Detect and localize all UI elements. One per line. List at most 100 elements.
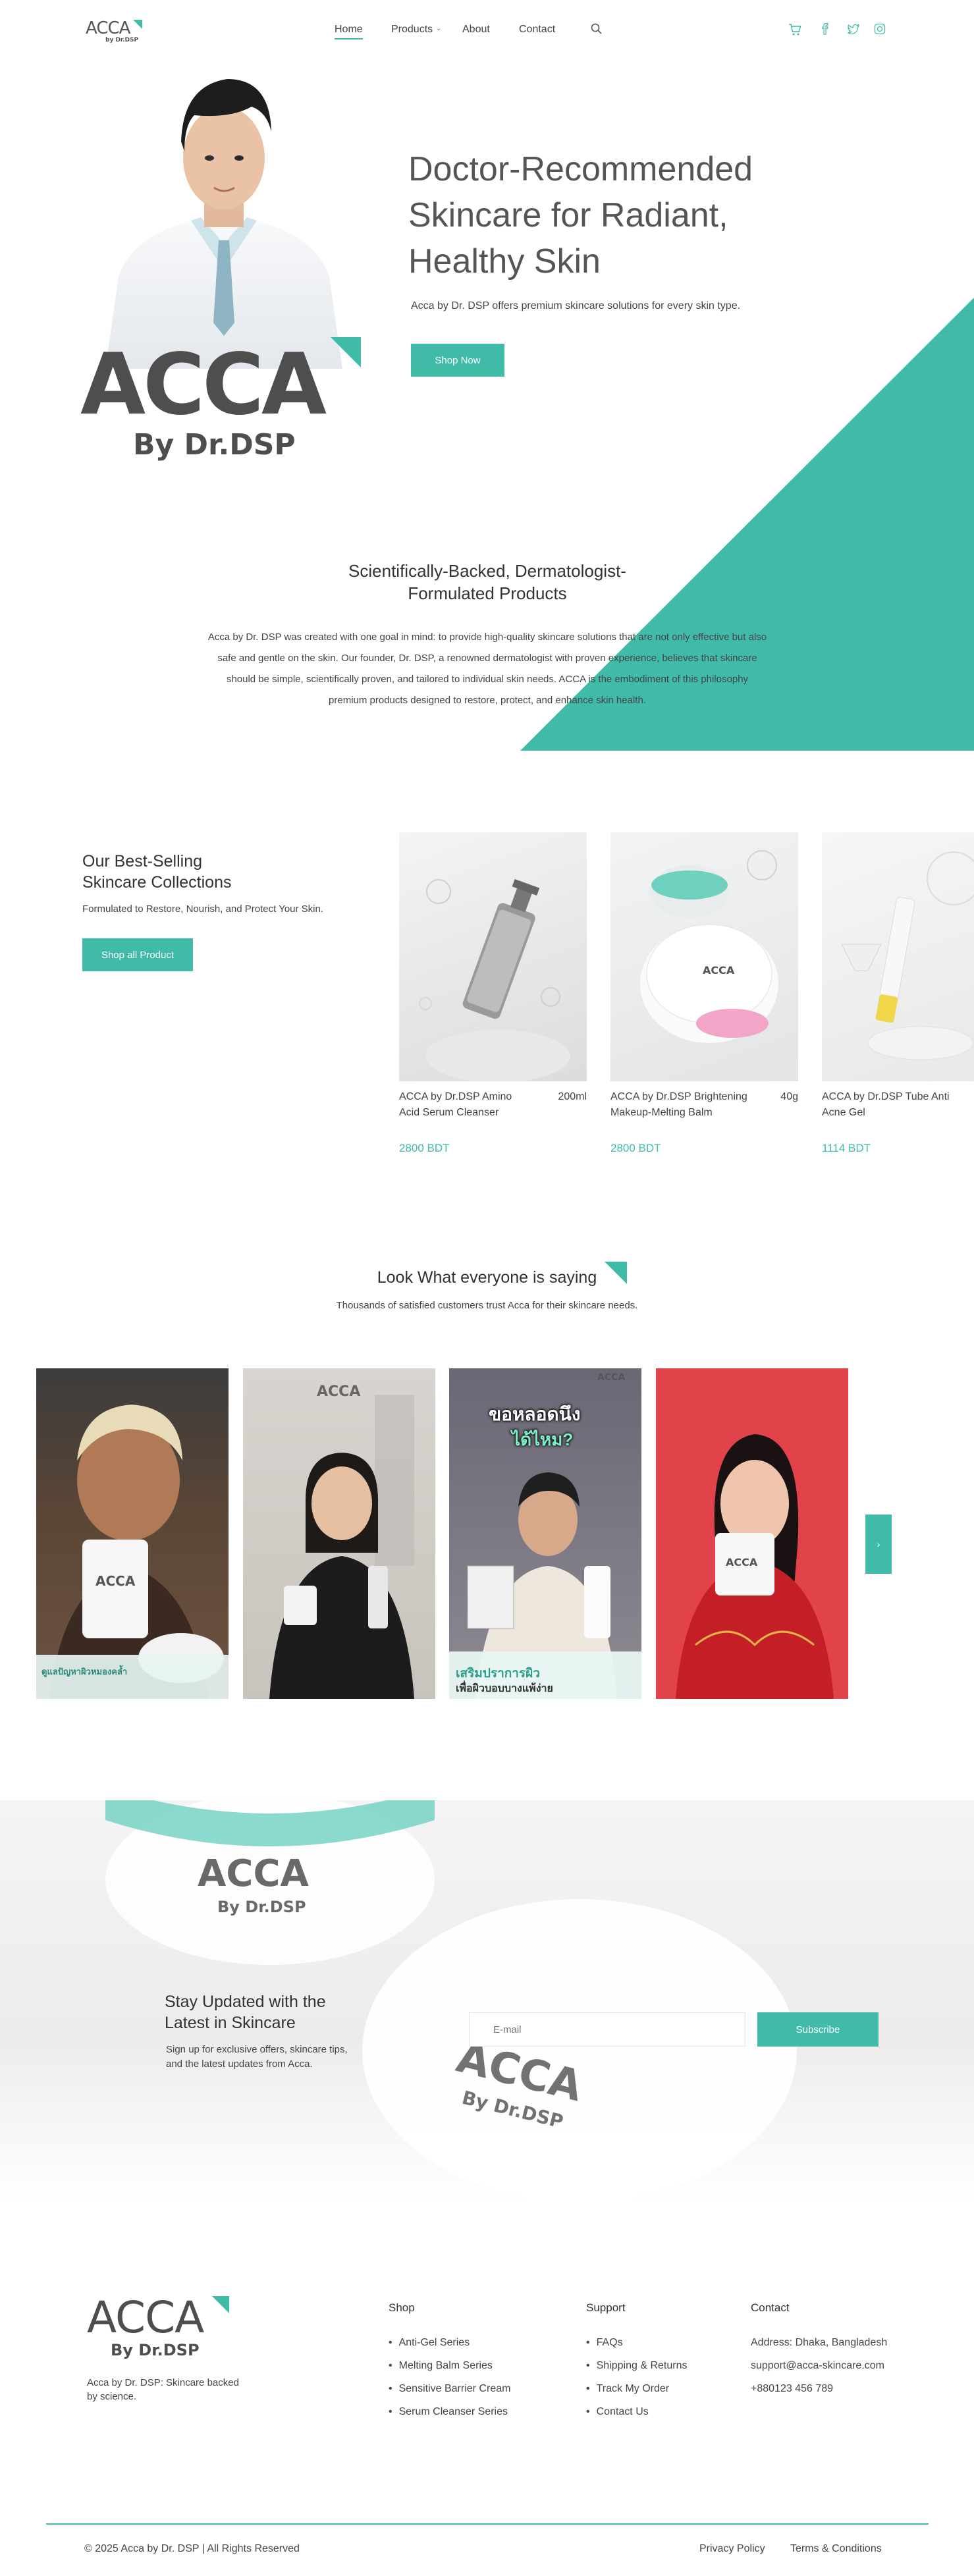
svg-text:By Dr.DSP: By Dr.DSP [217,1898,306,1916]
logo-subtext: by Dr.DSP [105,37,139,43]
about-paragraph-line: safe and gentle on the skin. Our founder… [217,653,757,664]
product-name-line: ACCA by Dr.DSP Tube Anti [822,1091,950,1102]
hero-title-line: Skincare for Radiant, [408,196,728,234]
testimonial-video-card[interactable]: ACCA [243,1368,435,1699]
terms-link[interactable]: Terms & Conditions [790,2543,882,2555]
newsletter-text-line: Sign up for exclusive offers, skincare t… [166,2044,348,2055]
footer-link[interactable]: Serum Cleanser Series [389,2400,510,2423]
testimonials-title-triangle [605,1262,627,1284]
footer-logo-triangle [212,2296,229,2313]
footer-support-list: FAQs Shipping & Returns Track My Order C… [586,2331,688,2423]
facebook-icon[interactable] [819,22,834,37]
search-icon[interactable] [590,22,605,37]
product-price: 2800 BDT [399,1142,450,1154]
bestsellers-title-line: Skincare Collections [82,873,232,892]
newsletter-text-line: and the latest updates from Acca. [166,2058,313,2070]
footer: ACCA By Dr.DSP Acca by Dr. DSP: Skincare… [0,2259,974,2576]
testimonial-thai-caption: เพื่อผิวบอบบางแพ้ง่าย [456,1683,553,1694]
doctor-portrait-image [79,59,369,369]
carousel-next-button[interactable]: › [865,1515,892,1574]
about-paragraph-line: premium products designed to restore, pr… [329,695,646,706]
about-title-line: Formulated Products [408,583,567,603]
about-title-line: Scientifically-Backed, Dermatologist- [348,561,626,581]
product-image [399,832,587,1081]
about-paragraph-line: Acca by Dr. DSP was created with one goa… [207,631,767,643]
product-name: ACCA by Dr.DSP Amino Acid Serum Cleanser [399,1089,544,1121]
product-card[interactable]: ACCA ACCA by Dr.DSP Brightening Makeup-M… [610,832,798,1154]
product-image [822,832,974,1081]
footer-contact-heading: Contact [751,2301,790,2314]
newsletter-text: Sign up for exclusive offers, skincare t… [166,2043,348,2072]
email-field[interactable] [469,2012,745,2047]
about-paragraph: Acca by Dr. DSP was created with one goa… [119,627,856,711]
wordmark-triangle [331,337,361,367]
product-price: 1114 BDT [822,1142,871,1154]
newsletter-background-image: ACCA By Dr.DSP ACCA By Dr.DSP [105,1800,797,2202]
footer-email[interactable]: support@acca-skincare.com [751,2354,887,2377]
footer-logo-subtext: By Dr.DSP [111,2341,200,2359]
product-card[interactable]: ACCA by Dr.DSP Amino Acid Serum Cleanser… [399,832,587,1154]
footer-support-heading: Support [586,2301,626,2314]
footer-tagline-line: Acca by Dr. DSP: Skincare backed [87,2377,239,2388]
footer-link[interactable]: Sensitive Barrier Cream [389,2377,511,2400]
newsletter-section: ACCA By Dr.DSP ACCA By Dr.DSP Stay Updat… [0,1800,974,2202]
footer-shop-heading: Shop [389,2301,415,2314]
product-name: ACCA by Dr.DSP Brightening Makeup-Meltin… [610,1089,769,1121]
about-title: Scientifically-Backed, Dermatologist- Fo… [224,560,751,604]
testimonial-video-card[interactable]: ACCA ดูแลปัญหาผิวหมองคล้ำ [36,1368,229,1699]
hero-section: ACCA By Dr.DSP Doctor-Recommended Skinca… [0,59,974,751]
testimonial-thai-caption: ดูแลปัญหาผิวหมองคล้ำ [41,1667,128,1677]
footer-tagline-line: by science. [87,2391,137,2402]
footer-link[interactable]: Melting Balm Series [389,2354,510,2377]
footer-link[interactable]: Anti-Gel Series [389,2331,510,2354]
nav-contact[interactable]: Contact [519,24,555,36]
footer-logo-text: ACCA [87,2292,204,2343]
footer-divider [46,2523,929,2525]
product-name: ACCA by Dr.DSP Tube Anti Acne Gel [822,1089,974,1121]
footer-link[interactable]: FAQs [586,2331,687,2354]
shop-now-button[interactable]: Shop Now [411,344,504,377]
nav-products[interactable]: Products [391,24,433,36]
nav-home[interactable]: Home [335,24,363,40]
svg-text:ACCA: ACCA [198,1852,310,1895]
footer-link[interactable]: Shipping & Returns [586,2354,688,2377]
hero-title-line: Doctor-Recommended [408,150,753,188]
svg-text:ACCA: ACCA [726,1556,758,1569]
footer-link[interactable]: Track My Order [586,2377,687,2400]
cart-icon[interactable] [788,22,802,37]
product-card[interactable]: ACCA by Dr.DSP Tube Anti Acne Gel 1114 B… [822,832,974,1154]
testimonial-thai-headline: ขอหลอดนึง [489,1404,581,1424]
product-name-line: Acid Serum Cleanser [399,1107,499,1118]
testimonial-video-card[interactable]: ACCA ขอหลอดนึง ได้ไหม? เสริมปราการผิว เพ… [449,1368,641,1699]
footer-phone[interactable]: +880123 456 789 [751,2377,887,2400]
testimonials-title: Look What everyone is saying [377,1268,597,1287]
svg-text:ACCA: ACCA [317,1383,360,1400]
footer-contact-list: Address: Dhaka, Bangladesh support@acca-… [751,2331,887,2400]
instagram-icon[interactable] [873,22,888,37]
testimonial-thai-headline: ได้ไหม? [512,1430,574,1449]
testimonial-video-card[interactable]: ACCA [656,1368,848,1699]
subscribe-button[interactable]: Subscribe [757,2012,879,2047]
svg-text:ACCA: ACCA [703,964,735,977]
wordmark-by-dsp: By Dr.DSP [133,428,296,462]
privacy-policy-link[interactable]: Privacy Policy [699,2543,765,2555]
chevron-down-icon: ⌄ [436,25,442,32]
hero-title-line: Healthy Skin [408,242,601,281]
logo-accent-triangle [133,20,142,29]
header: ACCA by Dr.DSP Home Products ⌄ About Con… [0,0,974,59]
bestsellers-title: Our Best-Selling Skincare Collections [82,851,232,893]
bestsellers-title-line: Our Best-Selling [82,852,203,871]
about-paragraph-line: should be simple, scientifically proven,… [226,674,749,685]
hero-subtitle: Acca by Dr. DSP offers premium skincare … [411,300,741,311]
nav-about[interactable]: About [462,24,490,36]
newsletter-title-line: Latest in Skincare [165,2014,296,2032]
footer-logo[interactable]: ACCA By Dr.DSP [87,2295,232,2361]
chevron-right-icon: › [877,1539,880,1549]
footer-link[interactable]: Contact Us [586,2400,687,2423]
logo-text: ACCA [86,18,130,38]
shop-all-button[interactable]: Shop all Product [82,938,193,971]
footer-address: Address: Dhaka, Bangladesh [751,2337,888,2348]
product-size: 40g [780,1091,798,1102]
header-logo[interactable]: ACCA by Dr.DSP [86,18,151,47]
twitter-icon[interactable] [847,22,861,37]
